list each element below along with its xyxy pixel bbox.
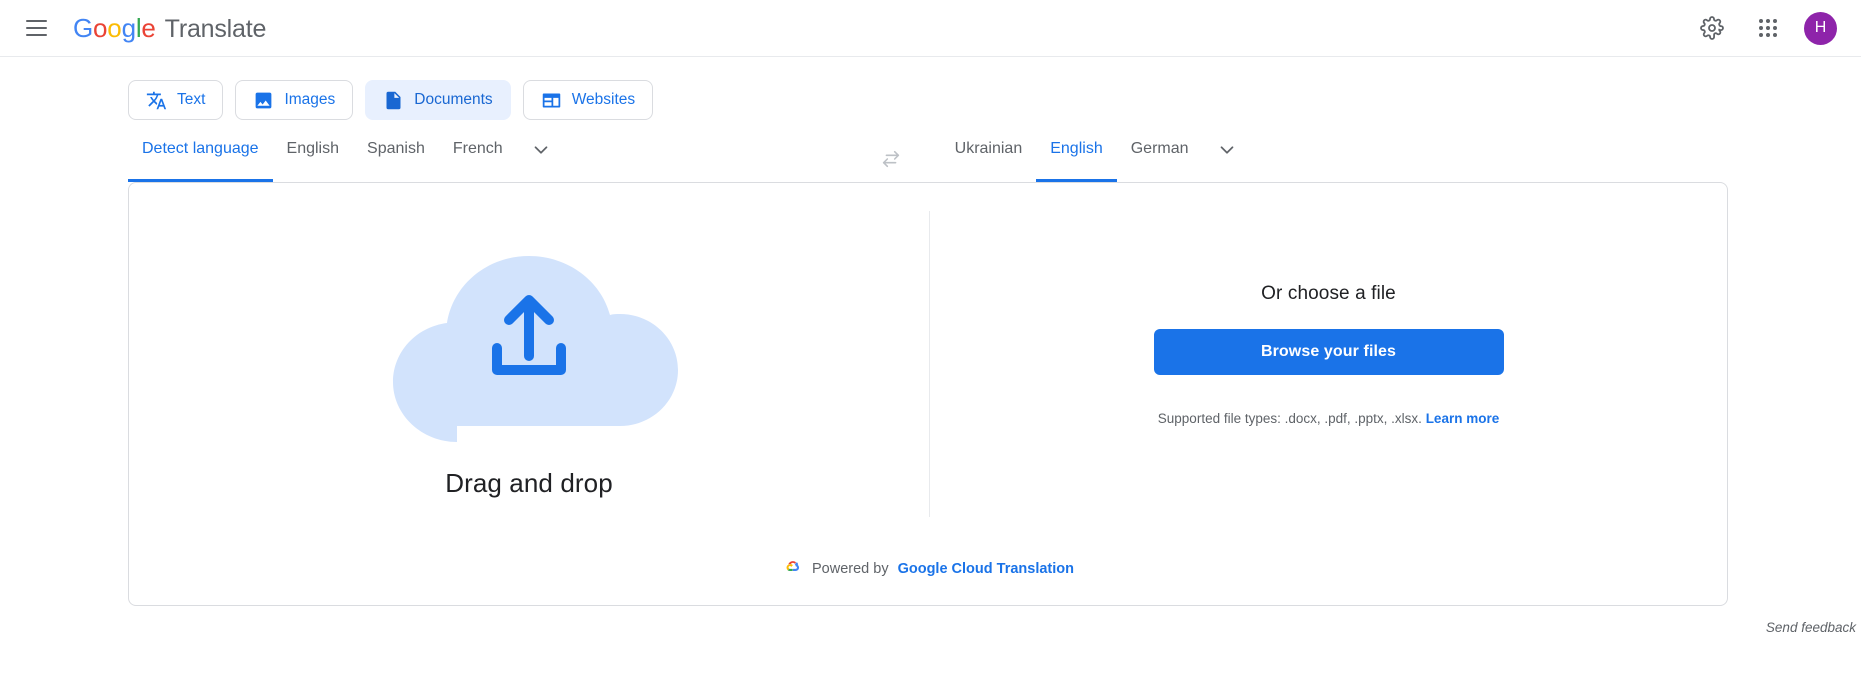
hamburger-bar xyxy=(25,20,47,22)
avatar[interactable]: H xyxy=(1804,11,1837,45)
lang-label: Ukrainian xyxy=(954,140,1023,157)
lang-label: German xyxy=(1130,140,1189,157)
google-wordmark: Google xyxy=(73,12,156,43)
target-language-group: Ukrainian English German xyxy=(941,139,1251,182)
app-header: Google Translate H xyxy=(0,0,1861,57)
language-bar: Detect language English Spanish French U… xyxy=(128,139,1861,182)
source-lang-english[interactable]: English xyxy=(273,139,353,182)
source-language-group: Detect language English Spanish French xyxy=(128,139,565,182)
lang-label: French xyxy=(452,140,503,157)
document-upload-card: Drag and drop Or choose a file Browse yo… xyxy=(128,182,1728,606)
lang-label: English xyxy=(1050,140,1103,157)
tab-label: Images xyxy=(284,91,336,108)
hamburger-bar xyxy=(25,27,47,29)
card-body: Drag and drop Or choose a file Browse yo… xyxy=(129,183,1727,547)
feedback-row: Send feedback xyxy=(128,606,1856,635)
choose-file-title: Or choose a file xyxy=(1261,282,1396,304)
send-feedback-link[interactable]: Send feedback xyxy=(1766,620,1856,635)
swap-languages-icon[interactable] xyxy=(867,139,915,179)
file-dropzone[interactable]: Drag and drop xyxy=(129,183,929,547)
target-lang-ukrainian[interactable]: Ukrainian xyxy=(941,139,1037,182)
hamburger-bar xyxy=(25,34,47,36)
mode-tab-bar: Text Images Documents Websites xyxy=(128,57,1861,120)
tab-label: Text xyxy=(177,91,206,108)
image-icon xyxy=(253,90,274,111)
powered-by-label: Powered by xyxy=(812,561,889,577)
target-lang-german[interactable]: German xyxy=(1117,139,1203,182)
translate-icon xyxy=(146,90,167,111)
tab-images[interactable]: Images xyxy=(235,80,354,120)
learn-more-link[interactable]: Learn more xyxy=(1426,411,1500,426)
product-name: Translate xyxy=(164,14,267,43)
document-icon xyxy=(383,90,404,111)
powered-by-footer: Powered by Google Cloud Translation xyxy=(129,547,1727,605)
tab-text[interactable]: Text xyxy=(128,80,224,120)
gear-icon[interactable] xyxy=(1690,6,1734,50)
lang-label: Spanish xyxy=(367,140,425,157)
supported-file-types: Supported file types: .docx, .pdf, .pptx… xyxy=(1158,411,1499,426)
google-cloud-translation-link[interactable]: Google Cloud Translation xyxy=(898,561,1074,577)
tab-label: Websites xyxy=(571,91,636,108)
supported-types-text: Supported file types: .docx, .pdf, .pptx… xyxy=(1157,410,1422,426)
apps-grid-icon[interactable] xyxy=(1746,6,1790,50)
hamburger-menu-icon[interactable] xyxy=(12,4,60,52)
source-more-languages-chevron-down-icon[interactable] xyxy=(517,139,565,182)
browse-files-button[interactable]: Browse your files xyxy=(1153,328,1504,375)
target-more-languages-chevron-down-icon[interactable] xyxy=(1203,139,1251,182)
tab-websites[interactable]: Websites xyxy=(522,80,654,120)
file-chooser-pane: Or choose a file Browse your files Suppo… xyxy=(930,183,1727,547)
lang-label: Detect language xyxy=(142,140,259,157)
tab-label: Documents xyxy=(414,91,493,108)
header-actions: H xyxy=(1690,6,1837,50)
lang-label: English xyxy=(286,140,340,157)
cloud-upload-icon xyxy=(353,224,705,442)
google-cloud-icon xyxy=(782,558,803,580)
tab-documents[interactable]: Documents xyxy=(365,80,511,120)
page-content: Text Images Documents Websites Detect la… xyxy=(0,57,1861,635)
source-lang-spanish[interactable]: Spanish xyxy=(353,139,439,182)
dropzone-label: Drag and drop xyxy=(445,467,613,498)
source-lang-french[interactable]: French xyxy=(439,139,517,182)
target-lang-english[interactable]: English xyxy=(1036,139,1118,182)
google-translate-logo[interactable]: Google Translate xyxy=(73,13,266,44)
website-icon xyxy=(541,90,562,111)
source-lang-detect-language[interactable]: Detect language xyxy=(128,139,273,182)
